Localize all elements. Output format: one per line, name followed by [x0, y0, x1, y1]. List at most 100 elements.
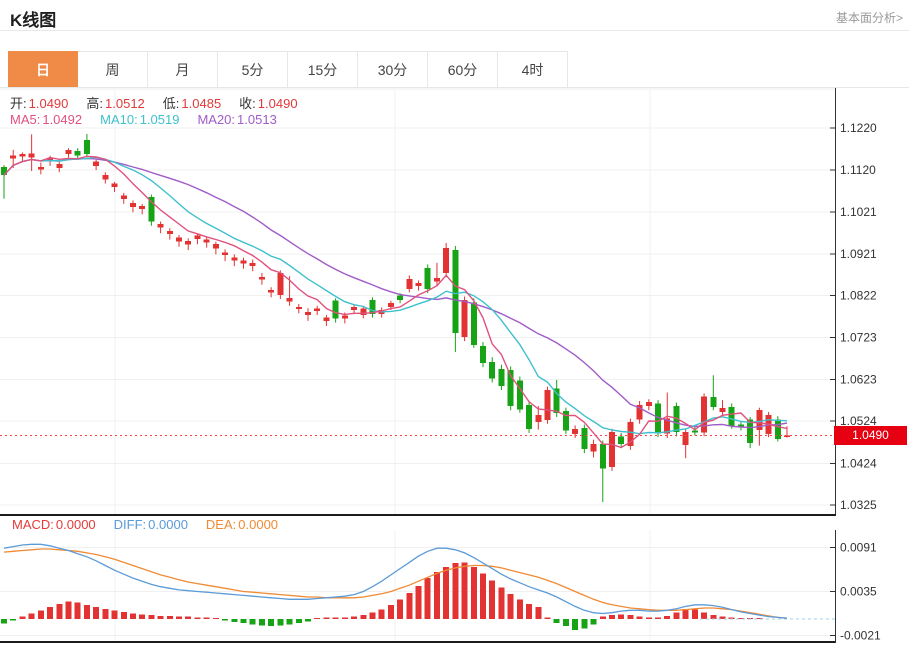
- tab-5min[interactable]: 5分: [218, 51, 288, 88]
- macd-bar: [148, 615, 154, 619]
- macd-bar: [250, 619, 256, 625]
- kline-widget: K线图 基本面分析> 日周月5分15分30分60分4时 开:1.0490高:1.…: [0, 0, 909, 649]
- macd-bar: [323, 617, 329, 619]
- y-axis-label: 1.0723: [840, 330, 877, 344]
- candle-body: [462, 300, 468, 337]
- legend-label: DEA:: [206, 517, 236, 532]
- macd-bar: [618, 614, 624, 619]
- candle-body: [701, 397, 707, 433]
- tab-day[interactable]: 日: [8, 51, 78, 88]
- legend-value: 0.0000: [56, 517, 96, 532]
- legend-label: 开:: [10, 96, 27, 111]
- y-axis-label: 1.0325: [840, 498, 877, 512]
- legend-label: 高:: [86, 96, 103, 111]
- macd-bar: [544, 617, 550, 619]
- macd-bar: [342, 617, 348, 619]
- tab-15min[interactable]: 15分: [288, 51, 358, 88]
- macd-bar: [517, 599, 523, 619]
- macd-chart: 0.00910.0035-0.0021: [0, 530, 909, 649]
- y-axis-label: -0.0021: [840, 629, 881, 643]
- legend-label: MA10:: [100, 112, 138, 127]
- macd-bar: [471, 567, 477, 619]
- candle-body: [130, 203, 136, 207]
- legend-value: 1.0485: [181, 96, 221, 111]
- candle-body: [397, 296, 403, 300]
- candle-body: [471, 302, 477, 345]
- macd-bar: [296, 619, 302, 623]
- y-axis-label: 1.1120: [840, 163, 876, 177]
- tab-4hour[interactable]: 4时: [498, 51, 568, 88]
- candle-body: [710, 397, 716, 407]
- macd-bar: [333, 617, 339, 619]
- candle-body: [241, 261, 247, 264]
- candle-body: [609, 432, 615, 467]
- macd-bar: [277, 619, 283, 625]
- y-axis-label: 0.0035: [840, 584, 877, 598]
- candle-body: [167, 231, 173, 234]
- candle-body: [729, 407, 735, 426]
- widget-header: K线图 基本面分析>: [0, 0, 909, 31]
- candle-body: [388, 303, 394, 307]
- candle-body: [84, 140, 90, 154]
- tab-60min[interactable]: 60分: [428, 51, 498, 88]
- candle-body: [618, 436, 624, 444]
- fundamental-analysis-link[interactable]: 基本面分析>: [836, 9, 903, 26]
- legend-label: DIFF:: [114, 517, 147, 532]
- tab-week[interactable]: 周: [78, 51, 148, 88]
- macd-bar: [452, 563, 458, 619]
- legend-value: 0.0000: [148, 517, 188, 532]
- candle-body: [259, 277, 265, 280]
- macd-bar: [406, 593, 412, 619]
- macd-bar: [29, 613, 35, 619]
- candle-body: [56, 164, 62, 168]
- legend-label: 收:: [239, 96, 256, 111]
- macd-bar: [176, 617, 182, 619]
- candle-body: [526, 405, 532, 429]
- legend-value: 1.0490: [29, 96, 69, 111]
- candle-body: [222, 252, 228, 255]
- macd-bar: [194, 617, 200, 619]
- candle-body: [333, 301, 339, 319]
- candle-body: [600, 444, 606, 468]
- tab-month[interactable]: 月: [148, 51, 218, 88]
- macd-bar: [84, 605, 90, 619]
- tab-30min[interactable]: 30分: [358, 51, 428, 88]
- macd-bar: [637, 617, 643, 619]
- candle-body: [112, 184, 118, 187]
- y-axis-label: 1.0921: [840, 247, 877, 261]
- candle-body: [646, 402, 652, 406]
- candle-body: [102, 175, 108, 179]
- candle-body: [296, 307, 302, 309]
- macd-bar: [425, 578, 431, 619]
- macd-bar: [369, 613, 375, 619]
- period-tab-bar: 日周月5分15分30分60分4时: [8, 51, 568, 88]
- last-price-badge: 1.0490: [834, 426, 907, 445]
- candle-body: [250, 263, 256, 266]
- macd-bar: [416, 586, 422, 619]
- candle-body: [75, 151, 81, 155]
- candle-body: [323, 318, 329, 321]
- candle-body: [498, 369, 504, 386]
- macd-bar: [287, 619, 293, 625]
- y-axis-label: 1.1220: [840, 121, 877, 135]
- macd-bar: [508, 594, 514, 619]
- candle-body: [544, 390, 550, 420]
- legend-label: 低:: [163, 96, 180, 111]
- y-axis-label: 1.0822: [840, 289, 877, 303]
- macd-bar: [351, 617, 357, 619]
- macd-bar: [93, 607, 99, 619]
- candle-body: [434, 278, 440, 281]
- macd-bar: [10, 619, 16, 621]
- macd-bar: [19, 617, 25, 619]
- macd-bar: [379, 610, 385, 619]
- candle-body: [204, 240, 210, 243]
- macd-bar: [600, 617, 606, 619]
- macd-bar: [102, 609, 108, 619]
- candlestick-chart: 1.12201.11201.10211.09211.08221.07231.06…: [0, 88, 909, 515]
- candle-body: [452, 250, 458, 333]
- candle-body: [121, 195, 127, 198]
- macd-bar: [655, 617, 661, 619]
- legend-value: 1.0513: [237, 112, 277, 127]
- macd-bar: [480, 573, 486, 619]
- candle-body: [581, 428, 587, 449]
